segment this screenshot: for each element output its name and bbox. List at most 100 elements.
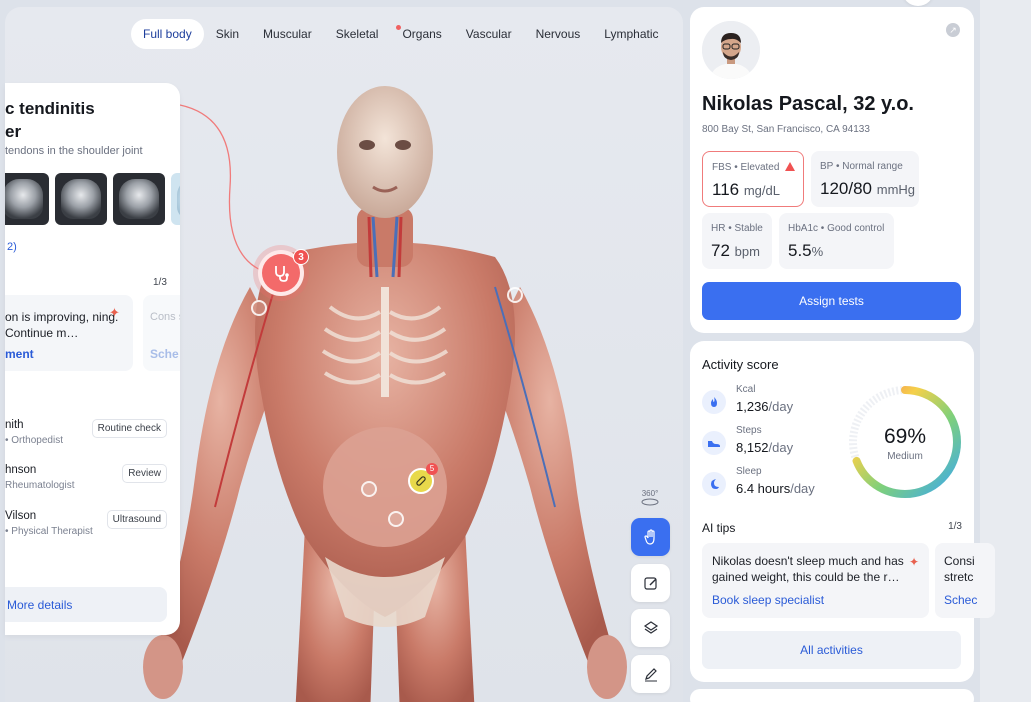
activity-sleep: Sleep 6.4 hours/day <box>702 466 815 496</box>
metric-unit: mmHg <box>876 182 916 197</box>
activity-kcal: Kcal 1,236/day <box>702 384 793 414</box>
scan-thumbnail[interactable] <box>5 173 49 225</box>
collapse-handle[interactable] <box>902 0 934 6</box>
scan-thumbnail[interactable] <box>55 173 107 225</box>
tab-lymphatic[interactable]: Lymphatic <box>592 19 670 49</box>
activity-title: Activity score <box>702 357 779 372</box>
shoe-icon <box>702 431 726 455</box>
patient-photo <box>702 21 760 79</box>
metric-number: 120/80 <box>820 179 872 198</box>
body-system-tabs: Full body Skin Muscular Skeletal Organs … <box>131 19 671 49</box>
tab-label: Muscular <box>263 27 312 41</box>
hotspot-shoulder-right[interactable] <box>507 287 523 303</box>
sparkle-icon: ✦ <box>908 555 919 569</box>
metric-unit: bpm <box>734 244 760 259</box>
images-link[interactable]: 2) <box>7 241 17 253</box>
edit-tool-button[interactable] <box>631 564 670 602</box>
tab-skeletal[interactable]: Skeletal <box>324 19 391 49</box>
activity-number: 8,152 <box>736 440 769 455</box>
tab-organs[interactable]: Organs <box>390 19 453 49</box>
hotspot-abdomen-left[interactable] <box>361 481 377 497</box>
activity-unit: /day <box>768 399 794 414</box>
gut-marker-count: 5 <box>426 463 438 475</box>
layers-tool-button[interactable] <box>631 609 670 647</box>
tip-text-next: Cons strete <box>150 311 180 323</box>
score-percent: 69% <box>883 425 927 448</box>
tab-label: Organs <box>402 27 442 41</box>
tab-label: Full body <box>143 27 192 41</box>
activity-unit: /day <box>790 481 815 496</box>
metric-hba1c[interactable]: HbA1c • Good control 5.5% <box>779 213 894 269</box>
metric-number: 5.5 <box>788 241 812 260</box>
metric-bp[interactable]: BP • Normal range 120/80 mmHg <box>811 151 919 207</box>
tab-nervous[interactable]: Nervous <box>524 19 593 49</box>
ai-tip-link-next[interactable]: Schec <box>944 593 995 607</box>
external-link-icon[interactable]: ↗ <box>946 23 960 37</box>
book-specialist-link[interactable]: Book sleep specialist <box>712 593 919 607</box>
tab-full-body[interactable]: Full body <box>131 19 204 49</box>
metric-number: 116 <box>712 180 740 199</box>
tab-label: Skeletal <box>335 27 379 41</box>
notification-dot <box>396 25 402 30</box>
activity-label: Steps <box>736 425 762 436</box>
tip-link[interactable]: ment <box>5 347 34 361</box>
score-level: Medium <box>887 451 923 462</box>
activity-value: 8,152/day <box>736 440 793 455</box>
metric-unit: mg/dL <box>743 183 780 198</box>
more-details-button[interactable]: More details <box>5 587 167 622</box>
stethoscope-icon <box>275 266 289 282</box>
hand-tool-button[interactable] <box>631 518 670 556</box>
anatomy-model[interactable] <box>125 57 645 702</box>
tips-counter: 1/3 <box>153 277 167 288</box>
tab-skin[interactable]: Skin <box>204 19 251 49</box>
tip-link-next[interactable]: Sche <box>150 347 179 361</box>
appointment-badge: Review <box>122 464 167 483</box>
activity-label: Sleep <box>736 466 762 477</box>
ai-tips-title: AI tips <box>702 521 736 535</box>
ai-tip-card-next[interactable]: Consi stretc Schec <box>935 543 995 618</box>
tab-muscular[interactable]: Muscular <box>251 19 324 49</box>
ai-tips-counter: 1/3 <box>948 521 962 532</box>
metric-number: 72 <box>711 241 730 260</box>
metric-value: 116 mg/dL <box>712 180 794 200</box>
scan-thumbnail[interactable] <box>113 173 165 225</box>
layers-icon <box>643 621 658 634</box>
flame-icon <box>702 390 726 414</box>
ai-tip-card[interactable]: Nikolas doesn't sleep much and has gaine… <box>702 543 929 618</box>
pen-icon <box>644 668 657 682</box>
draw-tool-button[interactable] <box>631 655 670 693</box>
tab-label: Nervous <box>535 27 581 41</box>
metric-label: HbA1c • Good control <box>788 223 885 234</box>
doctor-row[interactable]: hnson Rheumatologist Review <box>5 464 173 491</box>
hand-icon <box>643 529 655 545</box>
metric-label-text: FBS • Elevated <box>712 162 780 173</box>
doctor-row[interactable]: nith • Orthopedist Routine check <box>5 419 173 446</box>
all-activities-button[interactable]: All activities <box>702 631 961 669</box>
activity-card: Activity score Kcal 1,236/day Steps 8,152/… <box>690 341 995 682</box>
tab-label: Vascular <box>465 27 512 41</box>
rotate-360-control[interactable]: 360° <box>638 489 662 508</box>
metric-label: HR • Stable <box>711 223 763 234</box>
condition-title-line2: er <box>5 122 22 141</box>
tab-vascular[interactable]: Vascular <box>454 19 524 49</box>
activity-label: Kcal <box>736 384 756 395</box>
doctor-row[interactable]: Vilson • Physical Therapist Ultrasound <box>5 510 173 537</box>
activity-number: 1,236 <box>736 399 769 414</box>
metric-label: BP • Normal range <box>820 161 903 172</box>
metric-label: FBS • Elevated <box>712 162 796 173</box>
tab-label: Skin <box>215 27 240 41</box>
scan-thumbnail[interactable] <box>171 173 180 225</box>
metric-unit: % <box>811 244 824 259</box>
activity-number: 6.4 hours <box>736 481 791 496</box>
hotspot-shoulder-left[interactable] <box>251 300 267 316</box>
patient-address: 800 Bay St, San Francisco, CA 94133 <box>702 124 870 135</box>
appointment-badge: Ultrasound <box>106 510 167 529</box>
metric-fbs[interactable]: FBS • Elevated 116 mg/dL <box>702 151 804 207</box>
patient-name: Nikolas Pascal, 32 y.o. <box>702 93 914 115</box>
moon-icon <box>702 472 726 496</box>
tab-label: Lymphatic <box>604 27 659 41</box>
hotspot-abdomen-lower[interactable] <box>388 511 404 527</box>
assign-tests-button[interactable]: Assign tests <box>702 282 961 320</box>
sparkle-icon: ✦ <box>109 305 120 320</box>
metric-hr[interactable]: HR • Stable 72 bpm <box>702 213 772 269</box>
